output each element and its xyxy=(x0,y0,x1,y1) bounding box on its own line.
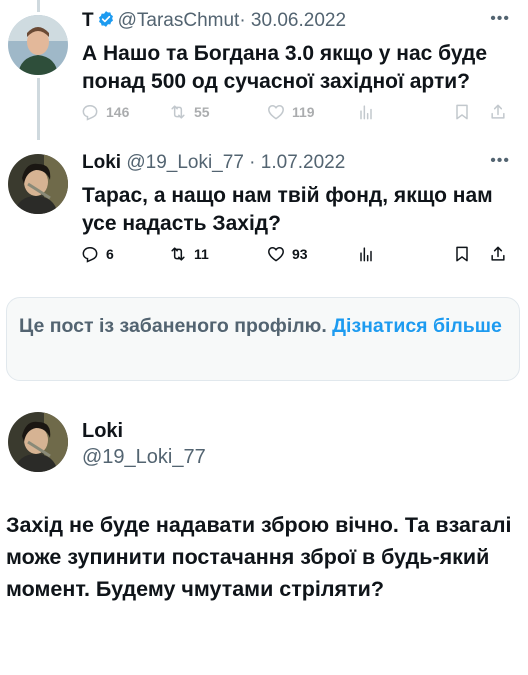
author-name[interactable]: Loki xyxy=(82,152,121,173)
thread-line-top xyxy=(37,0,40,12)
views-button[interactable] xyxy=(356,100,382,124)
like-button[interactable]: 93 xyxy=(266,242,308,266)
like-count: 119 xyxy=(292,104,315,120)
views-icon xyxy=(360,105,372,120)
avatar[interactable] xyxy=(8,412,68,472)
avatar[interactable] xyxy=(8,154,68,214)
share-icon xyxy=(491,104,505,119)
tweet-header: Loki @19_Loki_77 · 1.07.2022 xyxy=(82,152,345,174)
tweet-date[interactable]: · 1.07.2022 xyxy=(249,152,345,173)
share-button[interactable] xyxy=(488,242,514,266)
bookmark-icon xyxy=(456,246,468,262)
tweet-2[interactable]: Loki @19_Loki_77 · 1.07.2022 ••• Тарас, … xyxy=(0,140,528,280)
more-icon[interactable]: ••• xyxy=(490,152,510,170)
author-handle[interactable]: @19_Loki_77 xyxy=(82,446,206,469)
bookmark-icon xyxy=(456,104,468,120)
views-icon xyxy=(360,247,372,262)
reply-button[interactable]: 6 xyxy=(80,242,114,266)
author-name[interactable]: Loki xyxy=(82,420,123,443)
like-icon xyxy=(268,104,284,120)
banned-notice-message: Це пост із забаненого профілю. xyxy=(19,315,333,337)
reply-count: 146 xyxy=(106,104,130,120)
views-button[interactable] xyxy=(356,242,382,266)
retweet-count: 11 xyxy=(194,246,209,262)
tweet-1[interactable]: T @TarasChmut· 30.06.2022 ••• А Нашо та Б… xyxy=(0,0,528,140)
tweet-text: А Нашо та Богдана 3.0 якщо у нас буде по… xyxy=(82,42,488,93)
thread-line xyxy=(37,78,40,140)
reply-icon xyxy=(82,247,98,263)
like-icon xyxy=(268,246,284,262)
tweet-actions: 6 11 93 xyxy=(80,242,510,266)
retweet-icon xyxy=(171,105,185,119)
share-button[interactable] xyxy=(488,100,514,124)
avatar[interactable] xyxy=(8,15,68,75)
tweet-header: T @TarasChmut· 30.06.2022 xyxy=(82,10,346,32)
retweet-count: 55 xyxy=(194,104,210,120)
bookmark-button[interactable] xyxy=(452,242,478,266)
reply-button[interactable]: 146 xyxy=(80,100,129,124)
author-handle[interactable]: @19_Loki_77 xyxy=(126,152,244,173)
share-icon xyxy=(491,246,505,261)
banned-profile-notice: Це пост із забаненого профілю. Дізнатися… xyxy=(6,297,520,381)
reply-count: 6 xyxy=(106,246,114,262)
learn-more-link[interactable]: Дізнатися більше xyxy=(332,315,502,337)
verified-icon xyxy=(98,11,113,27)
tweet-text: Захід не буде надавати зброю вічно. Та в… xyxy=(6,513,512,601)
retweet-icon xyxy=(171,247,185,261)
like-button[interactable]: 119 xyxy=(266,100,315,124)
retweet-button[interactable]: 11 xyxy=(168,242,209,266)
tweet-date[interactable]: · 30.06.2022 xyxy=(239,10,346,31)
tweet-actions: 146 55 119 xyxy=(80,100,510,124)
banned-notice-text: Це пост із забаненого профілю. Дізнатися… xyxy=(19,312,509,340)
retweet-button[interactable]: 55 xyxy=(168,100,210,124)
tweet-text: Тарас, а нащо нам твій фонд, якщо нам ус… xyxy=(82,184,493,235)
bookmark-button[interactable] xyxy=(452,100,478,124)
like-count: 93 xyxy=(292,246,308,262)
author-name[interactable]: T xyxy=(82,10,94,31)
reply-icon xyxy=(82,105,98,121)
more-icon[interactable]: ••• xyxy=(490,10,510,28)
author-handle[interactable]: @TarasChmut xyxy=(118,10,240,31)
